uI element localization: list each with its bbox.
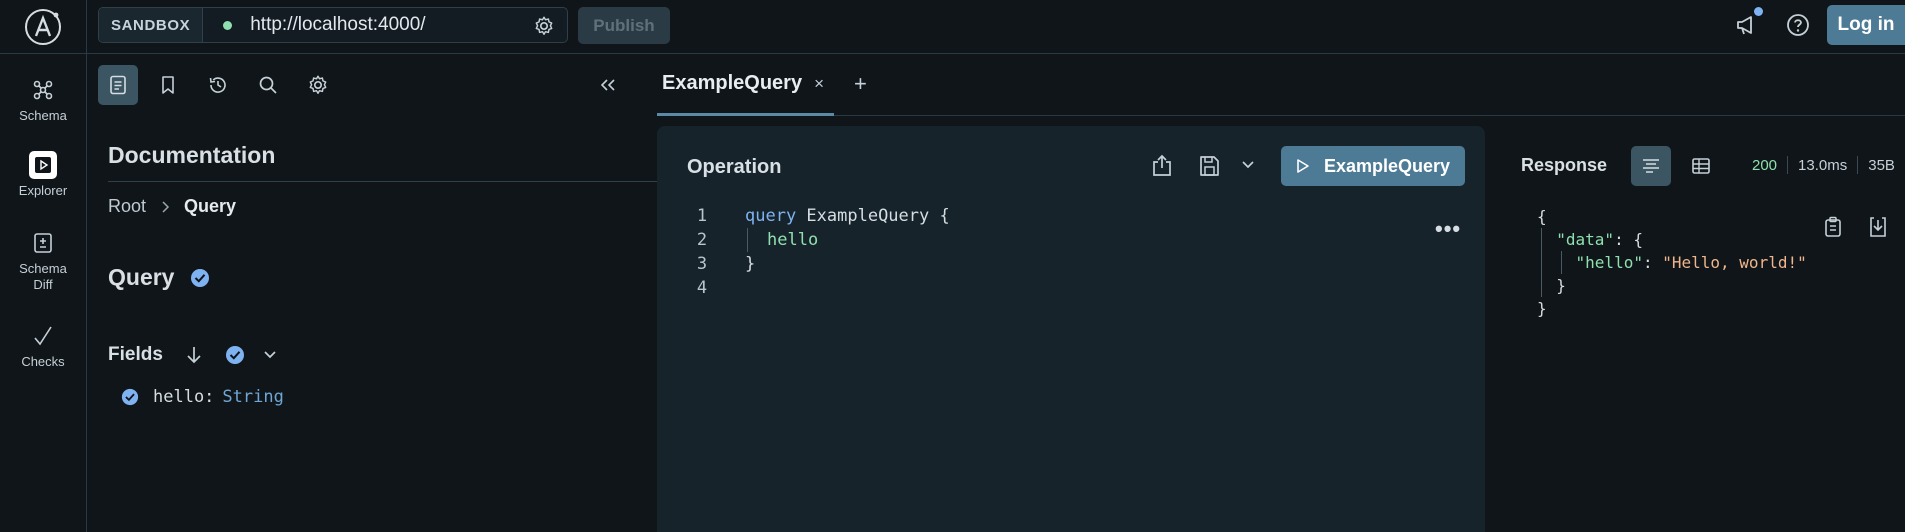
chevron-right-icon (162, 200, 170, 213)
keyword-token: query (745, 206, 797, 226)
breadcrumb: Root Query (108, 196, 236, 217)
field-row[interactable]: hello: String (121, 387, 284, 407)
schema-diff-icon (34, 233, 52, 253)
rail-item-checks[interactable]: Checks (0, 322, 86, 370)
checkmark-icon (34, 326, 52, 346)
query-editor[interactable]: 1 query ExampleQuery { 2 hello 3 } 4 (657, 204, 1357, 300)
copy-icon[interactable] (1822, 215, 1844, 239)
field-type[interactable]: String (222, 387, 283, 407)
response-metrics: 200 13.0ms 35B (1752, 156, 1895, 174)
chevron-down-icon[interactable] (1241, 160, 1255, 170)
play-icon (1297, 159, 1309, 173)
gear-icon[interactable] (533, 15, 555, 37)
operation-title: Operation (687, 156, 782, 178)
line-number: 3 (696, 254, 708, 274)
add-tab-button[interactable]: + (854, 71, 867, 97)
divider (108, 181, 724, 182)
top-bar: SANDBOX Publish Log in (0, 0, 1905, 54)
code-text: } (745, 254, 756, 274)
breadcrumb-root[interactable]: Root (108, 196, 146, 217)
history-icon[interactable] (198, 65, 238, 105)
apollo-logo-icon[interactable] (22, 8, 64, 46)
arrow-down-icon[interactable] (185, 345, 203, 365)
fields-header: Fields (108, 344, 277, 366)
endpoint-bar: SANDBOX (98, 7, 568, 43)
json-key: "data" (1556, 230, 1615, 249)
rail-item-schema[interactable]: Schema (0, 76, 86, 124)
collapse-icon[interactable] (588, 65, 628, 105)
download-icon[interactable] (1867, 215, 1889, 239)
code-line: 2 hello (657, 228, 1357, 252)
line-number: 2 (696, 230, 708, 250)
rail-item-explorer[interactable]: Explorer (0, 151, 86, 199)
response-json[interactable]: { "data": { "hello": "Hello, world!" } } (1537, 205, 1807, 320)
json-line: } (1537, 299, 1547, 318)
sandbox-badge: SANDBOX (99, 8, 204, 42)
login-button[interactable]: Log in (1827, 5, 1905, 45)
run-query-button[interactable]: ExampleQuery (1281, 146, 1465, 186)
response-size: 35B (1868, 156, 1895, 174)
json-line: "data": { (1556, 230, 1643, 249)
tab-label: ExampleQuery (662, 72, 803, 94)
json-line: } (1556, 276, 1566, 295)
search-icon[interactable] (248, 65, 288, 105)
bookmark-icon[interactable] (148, 65, 188, 105)
schema-graph-icon (33, 80, 53, 100)
operation-tabs: ExampleQuery × + (657, 54, 1905, 116)
code-text: ExampleQuery { (796, 206, 950, 226)
run-button-label: ExampleQuery (1323, 155, 1451, 176)
more-options-icon[interactable]: ••• (1435, 216, 1461, 242)
share-icon[interactable] (1150, 153, 1174, 179)
status-code: 200 (1752, 156, 1778, 174)
fields-label: Fields (108, 344, 163, 365)
line-number: 4 (696, 278, 708, 298)
json-key: "hello" (1575, 253, 1643, 272)
code-line: 3 } (657, 252, 1357, 276)
endpoint-url-input[interactable] (250, 14, 511, 36)
documentation-panel: Documentation Root Query Query Fields he… (87, 54, 724, 532)
table-view-icon[interactable] (1681, 146, 1721, 186)
json-line: { (1537, 207, 1547, 226)
breadcrumb-current: Query (184, 196, 237, 216)
explorer-play-icon (29, 151, 57, 179)
close-icon[interactable]: × (814, 74, 824, 94)
left-nav-rail: Schema Explorer Schema Diff Checks (0, 54, 87, 532)
type-title: Query (108, 264, 210, 291)
megaphone-icon[interactable] (1734, 12, 1760, 38)
connection-status-dot (223, 20, 233, 30)
help-icon[interactable] (1785, 12, 1811, 38)
field-name: hello: (153, 387, 215, 407)
divider (1857, 156, 1859, 174)
line-number: 1 (696, 206, 708, 226)
check-circle-icon[interactable] (225, 345, 245, 365)
check-circle-icon (191, 268, 210, 287)
document-icon[interactable] (98, 65, 138, 105)
check-circle-icon[interactable] (121, 388, 139, 406)
rail-item-schema-diff[interactable]: Schema Diff (0, 229, 86, 293)
documentation-title: Documentation (108, 142, 276, 168)
divider (86, 0, 87, 54)
type-name: Query (108, 264, 175, 290)
response-time: 13.0ms (1798, 156, 1848, 174)
divider (1787, 156, 1789, 174)
rail-item-label: Explorer (18, 183, 68, 198)
rail-item-label: Schema (19, 108, 67, 123)
field-token: hello (767, 230, 819, 250)
publish-button[interactable]: Publish (578, 7, 670, 44)
json-view-icon[interactable] (1631, 146, 1671, 186)
tab-example-query[interactable]: ExampleQuery × (657, 54, 834, 116)
rail-item-label: Schema Diff (19, 261, 67, 292)
documentation-toolbar (87, 54, 657, 118)
response-title: Response (1521, 155, 1608, 175)
save-icon[interactable] (1197, 154, 1221, 178)
json-string-value: "Hello, world!" (1662, 253, 1807, 272)
notification-dot (1754, 7, 1763, 16)
rail-item-label: Checks (21, 354, 65, 369)
settings-icon[interactable] (298, 65, 338, 105)
code-line: 4 (657, 276, 1357, 300)
chevron-down-icon[interactable] (263, 350, 277, 360)
operation-panel: Operation ExampleQuery ••• 1 query Examp… (657, 126, 1485, 532)
json-line: "hello": "Hello, world!" (1575, 253, 1807, 272)
code-line: 1 query ExampleQuery { (657, 204, 1357, 228)
